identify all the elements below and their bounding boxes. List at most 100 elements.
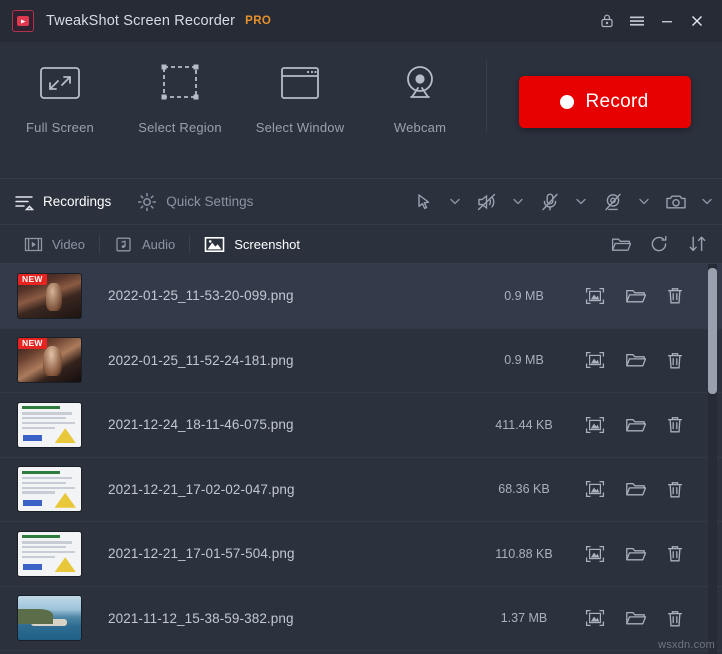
table-row[interactable]: 2021-11-12_15-38-59-382.png 1.37 MB <box>0 587 722 651</box>
file-thumbnail[interactable] <box>18 467 81 512</box>
chevron-down-icon[interactable] <box>509 189 527 215</box>
open-folder-icon[interactable] <box>624 349 646 371</box>
video-icon <box>24 236 43 253</box>
tab-audio[interactable]: Audio <box>100 225 189 263</box>
lock-icon[interactable] <box>592 6 622 36</box>
open-folder-icon[interactable] <box>624 414 646 436</box>
tab-screenshot[interactable]: Screenshot <box>190 225 314 263</box>
open-folder-icon[interactable] <box>624 285 646 307</box>
file-name: 2021-12-24_18-11-46-075.png <box>108 417 294 433</box>
table-row[interactable]: 2021-12-24_18-11-46-075.png 411.44 KB <box>0 393 722 458</box>
chevron-down-icon[interactable] <box>572 189 590 215</box>
open-folder-icon[interactable] <box>624 478 646 500</box>
preview-icon[interactable] <box>584 414 606 436</box>
menu-icon[interactable] <box>622 6 652 36</box>
watermark: wsxdn.com <box>658 639 715 651</box>
screenshot-icon <box>204 236 225 253</box>
delete-icon[interactable] <box>664 285 686 307</box>
row-actions <box>584 607 722 629</box>
list-toolbar <box>610 232 722 256</box>
delete-icon[interactable] <box>664 607 686 629</box>
tab-label: Video <box>52 236 86 252</box>
cursor-icon[interactable] <box>407 187 441 217</box>
table-row[interactable]: NEW 2022-01-25_11-53-20-099.png 0.9 MB <box>0 264 722 329</box>
nav-label: Quick Settings <box>166 194 254 209</box>
nav-item-quick-settings[interactable]: Quick Settings <box>137 192 253 212</box>
file-list-area: NEW 2022-01-25_11-53-20-099.png 0.9 MB NEW 2… <box>0 264 722 654</box>
delete-icon[interactable] <box>664 543 686 565</box>
record-area: Record <box>487 54 722 150</box>
new-badge: NEW <box>18 273 47 285</box>
file-thumbnail[interactable]: NEW <box>18 273 81 318</box>
row-actions <box>584 543 722 565</box>
delete-icon[interactable] <box>664 478 686 500</box>
recordings-icon <box>14 193 34 211</box>
preview-icon[interactable] <box>584 285 606 307</box>
file-thumbnail[interactable] <box>18 596 81 641</box>
full-screen-icon <box>38 54 82 112</box>
thumbnail-art <box>18 596 81 641</box>
sort-icon[interactable] <box>686 232 708 256</box>
open-folder-icon[interactable] <box>610 232 632 256</box>
preview-icon[interactable] <box>584 543 606 565</box>
mode-select-window[interactable]: Select Window <box>240 54 360 135</box>
tool-cursor <box>407 187 464 217</box>
file-size: 0.9 MB <box>504 288 544 303</box>
mode-label: Select Window <box>255 120 345 135</box>
pro-badge: PRO <box>245 15 272 27</box>
scrollbar-thumb[interactable] <box>708 268 717 394</box>
mode-full-screen[interactable]: Full Screen <box>0 54 120 135</box>
select-region-icon <box>158 54 202 112</box>
speaker-muted-icon[interactable] <box>470 187 504 217</box>
refresh-icon[interactable] <box>648 232 670 256</box>
table-row[interactable]: 2021-12-21_17-02-02-047.png 68.36 KB <box>0 458 722 522</box>
row-actions <box>584 285 722 307</box>
tab-label: Screenshot <box>234 236 301 252</box>
close-icon[interactable] <box>682 6 712 36</box>
delete-icon[interactable] <box>664 414 686 436</box>
webcam-icon <box>398 54 442 112</box>
microphone-muted-icon[interactable] <box>533 187 567 217</box>
file-thumbnail[interactable]: NEW <box>18 338 81 383</box>
webcam-off-icon[interactable] <box>596 187 630 217</box>
file-thumbnail[interactable] <box>18 531 81 576</box>
nav-item-recordings[interactable]: Recordings <box>14 193 111 211</box>
minimize-icon[interactable] <box>652 6 682 36</box>
table-row[interactable]: NEW 2022-01-25_11-52-24-181.png 0.9 MB <box>0 329 722 393</box>
thumbnail-art <box>18 467 81 512</box>
file-size: 110.88 KB <box>495 546 553 561</box>
new-badge: NEW <box>18 338 47 350</box>
nav-label: Recordings <box>43 194 112 209</box>
file-size: 68.36 KB <box>498 482 550 497</box>
tool-webcam <box>596 187 653 217</box>
tab-label: Audio <box>142 236 176 252</box>
file-name: 2021-12-21_17-01-57-504.png <box>108 546 295 562</box>
chevron-down-icon[interactable] <box>446 189 464 215</box>
mode-select-region[interactable]: Select Region <box>120 54 240 135</box>
record-dot-icon <box>560 95 575 109</box>
file-thumbnail[interactable] <box>18 402 81 447</box>
file-list[interactable]: NEW 2022-01-25_11-53-20-099.png 0.9 MB NEW 2… <box>0 264 722 654</box>
tab-video[interactable]: Video <box>10 225 99 263</box>
table-row[interactable]: 2021-12-21_17-01-57-504.png 110.88 KB <box>0 522 722 587</box>
row-actions <box>584 349 722 371</box>
thumbnail-art <box>18 531 81 576</box>
preview-icon[interactable] <box>584 607 606 629</box>
file-name: 2021-11-12_15-38-59-382.png <box>108 610 294 626</box>
delete-icon[interactable] <box>664 349 686 371</box>
file-size: 0.9 MB <box>504 353 544 368</box>
file-size: 411.44 KB <box>495 417 553 432</box>
camera-icon[interactable] <box>659 187 693 217</box>
chevron-down-icon[interactable] <box>698 189 716 215</box>
open-folder-icon[interactable] <box>624 543 646 565</box>
capture-mode-bar: Full Screen Select Region Select Window … <box>0 42 722 178</box>
preview-icon[interactable] <box>584 349 606 371</box>
audio-icon <box>114 236 133 253</box>
record-button[interactable]: Record <box>518 76 691 128</box>
file-size: 1.37 MB <box>500 611 548 626</box>
preview-icon[interactable] <box>584 478 606 500</box>
mode-webcam[interactable]: Webcam <box>360 54 480 135</box>
chevron-down-icon[interactable] <box>635 189 653 215</box>
row-actions <box>584 414 722 436</box>
open-folder-icon[interactable] <box>624 607 646 629</box>
